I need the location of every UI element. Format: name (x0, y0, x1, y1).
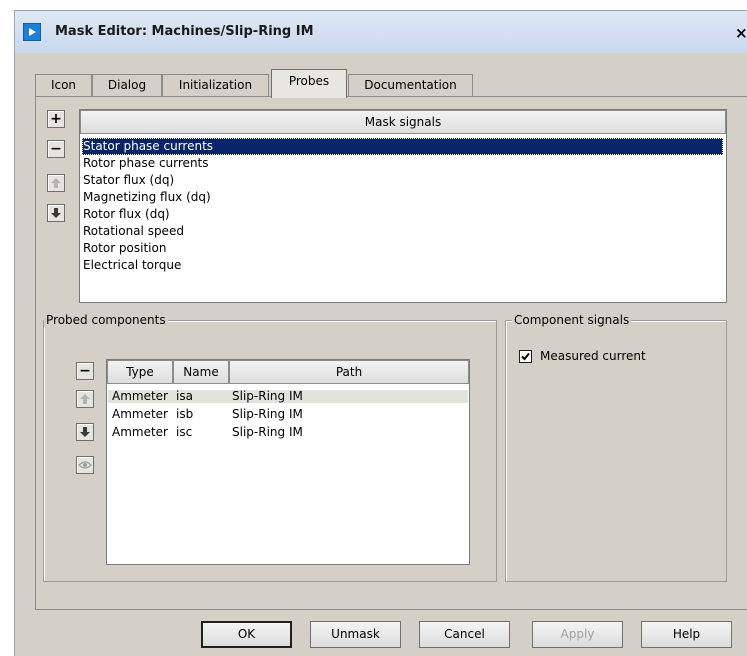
type-cell: Ammeter (112, 389, 168, 403)
tab-probes[interactable]: Probes (271, 69, 347, 98)
type-cell: Ammeter (112, 407, 168, 421)
arrow-down-icon (51, 208, 61, 218)
checkmark-icon (521, 352, 530, 361)
app-icon (23, 23, 41, 41)
column-header-type[interactable]: Type (107, 360, 173, 384)
tab-documentation[interactable]: Documentation (348, 74, 473, 96)
unmask-button[interactable]: Unmask (310, 621, 401, 648)
ok-button[interactable]: OK (201, 621, 292, 648)
tab-initialization[interactable]: Initialization (162, 74, 269, 96)
signal-item[interactable]: Magnetizing flux (dq) (82, 189, 723, 206)
eye-icon (78, 461, 92, 469)
arrow-up-icon (80, 394, 90, 404)
signal-item[interactable]: Rotor position (82, 240, 723, 257)
signal-item[interactable]: Stator phase currents (82, 138, 723, 155)
close-button[interactable]: × (735, 23, 747, 43)
signal-item[interactable]: Rotor flux (dq) (82, 206, 723, 223)
window-title: Mask Editor: Machines/Slip-Ring IM (55, 24, 314, 39)
remove-signal-button[interactable]: − (47, 140, 65, 158)
move-component-up-button[interactable] (76, 390, 94, 408)
path-cell: Slip-Ring IM (232, 425, 303, 439)
signal-item[interactable]: Rotor phase currents (82, 155, 723, 172)
help-button[interactable]: Help (641, 621, 732, 648)
move-signal-up-button[interactable] (47, 174, 65, 192)
table-row[interactable]: Ammeter isc Slip-Ring IM (108, 426, 468, 439)
arrow-down-icon (80, 427, 90, 437)
path-cell: Slip-Ring IM (232, 389, 303, 403)
probed-components-table[interactable]: Type Name Path Ammeter isa Slip-Ring IM … (106, 359, 470, 565)
measured-current-label[interactable]: Measured current (540, 349, 646, 363)
column-header-name[interactable]: Name (173, 360, 229, 384)
arrow-up-icon (51, 178, 61, 188)
cancel-button[interactable]: Cancel (419, 621, 510, 648)
signal-item[interactable]: Stator flux (dq) (82, 172, 723, 189)
name-cell: isc (176, 425, 193, 439)
remove-component-button[interactable]: − (76, 362, 94, 380)
tab-icon[interactable]: Icon (35, 74, 92, 96)
name-cell: isa (176, 389, 193, 403)
move-component-down-button[interactable] (76, 423, 94, 441)
signal-item[interactable]: Rotational speed (82, 223, 723, 240)
table-row[interactable]: Ammeter isa Slip-Ring IM (108, 390, 468, 403)
signal-item[interactable]: Electrical torque (82, 257, 723, 274)
measured-current-checkbox[interactable] (519, 350, 532, 363)
apply-button[interactable]: Apply (532, 621, 623, 648)
mask-signals-list[interactable]: Mask signals Stator phase currents Rotor… (79, 109, 727, 303)
move-signal-down-button[interactable] (47, 204, 65, 222)
table-row[interactable]: Ammeter isb Slip-Ring IM (108, 408, 468, 421)
path-cell: Slip-Ring IM (232, 407, 303, 421)
tab-dialog[interactable]: Dialog (92, 74, 162, 96)
name-cell: isb (176, 407, 194, 421)
mask-editor-window: Mask Editor: Machines/Slip-Ring IM × Ico… (14, 10, 747, 656)
add-signal-button[interactable]: + (47, 110, 65, 128)
probed-components-legend: Probed components (44, 313, 168, 327)
title-bar[interactable]: Mask Editor: Machines/Slip-Ring IM × (15, 11, 747, 53)
show-component-button[interactable] (76, 456, 94, 474)
component-signals-legend: Component signals (512, 313, 632, 327)
column-header-path[interactable]: Path (229, 360, 469, 384)
type-cell: Ammeter (112, 425, 168, 439)
mask-signals-header[interactable]: Mask signals (80, 110, 726, 134)
